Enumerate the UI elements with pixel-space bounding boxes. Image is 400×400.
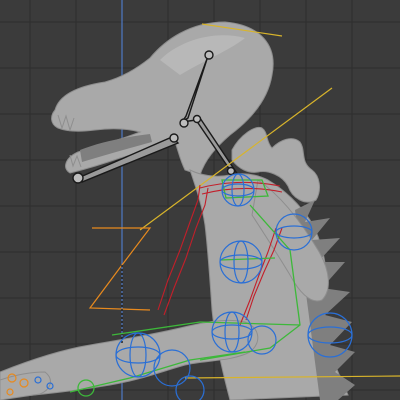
joint-skull-top: [204, 50, 214, 60]
joint-jaw-root: [169, 133, 179, 143]
creature-mesh[interactable]: [0, 21, 355, 400]
joint-jaw-tip: [72, 172, 84, 184]
joint-neck-base: [226, 166, 236, 176]
joint-neck-top: [192, 114, 202, 124]
red-ik-chain-1: [157, 184, 201, 311]
viewport-canvas[interactable]: [0, 0, 400, 400]
joint-skull-base: [179, 118, 189, 128]
sphere-arm-low: [175, 375, 205, 400]
3d-viewport[interactable]: [0, 0, 400, 400]
